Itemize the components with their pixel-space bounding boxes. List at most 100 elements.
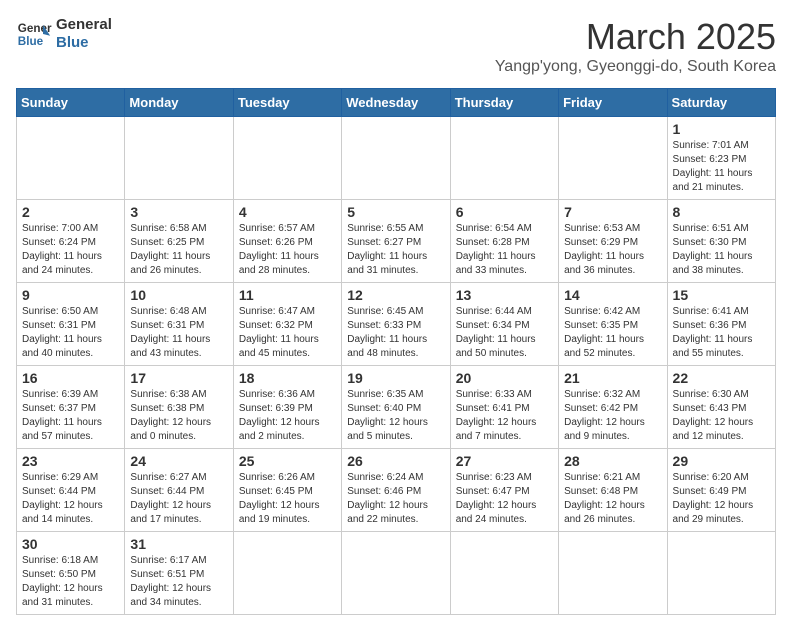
day-info: Sunrise: 6:24 AMSunset: 6:46 PMDaylight:… <box>347 471 444 527</box>
calendar-cell <box>559 532 667 615</box>
header-day-monday: Monday <box>125 89 233 117</box>
calendar-week-2: 9Sunrise: 6:50 AMSunset: 6:31 PMDaylight… <box>17 283 776 366</box>
day-number: 2 <box>22 204 119 220</box>
calendar-cell <box>233 117 341 200</box>
header-day-friday: Friday <box>559 89 667 117</box>
day-info: Sunrise: 6:39 AMSunset: 6:37 PMDaylight:… <box>22 388 119 444</box>
calendar-cell: 2Sunrise: 7:00 AMSunset: 6:24 PMDaylight… <box>17 200 125 283</box>
calendar-cell: 14 Sunrise: 6:42 AMSunset: 6:35 PMDayligh… <box>559 283 667 366</box>
day-number: 21 <box>564 370 661 386</box>
calendar-cell: 13Sunrise: 6:44 AMSunset: 6:34 PMDayligh… <box>450 283 558 366</box>
calendar-body: 1 Sunrise: 7:01 AMSunset: 6:23 PMDaylight… <box>17 117 776 615</box>
header-day-saturday: Saturday <box>667 89 775 117</box>
day-info: Sunrise: 6:51 AMSunset: 6:30 PMDaylight:… <box>673 222 770 278</box>
calendar-cell: 10 Sunrise: 6:48 AMSunset: 6:31 PMDayligh… <box>125 283 233 366</box>
day-number: 25 <box>239 453 336 469</box>
day-info: Sunrise: 6:45 AMSunset: 6:33 PMDaylight:… <box>347 305 444 361</box>
calendar-cell: 19Sunrise: 6:35 AMSunset: 6:40 PMDayligh… <box>342 366 450 449</box>
calendar-cell: 28 Sunrise: 6:21 AMSunset: 6:48 PMDayligh… <box>559 449 667 532</box>
day-number: 10 <box>130 287 227 303</box>
logo-blue: Blue <box>56 34 112 52</box>
calendar-cell: 6 Sunrise: 6:54 AMSunset: 6:28 PMDaylight… <box>450 200 558 283</box>
day-info: Sunrise: 6:42 AMSunset: 6:35 PMDaylight:… <box>564 305 661 361</box>
calendar-cell: 25Sunrise: 6:26 AMSunset: 6:45 PMDayligh… <box>233 449 341 532</box>
header-day-thursday: Thursday <box>450 89 558 117</box>
calendar-week-0: 1 Sunrise: 7:01 AMSunset: 6:23 PMDaylight… <box>17 117 776 200</box>
calendar-cell: 27Sunrise: 6:23 AMSunset: 6:47 PMDayligh… <box>450 449 558 532</box>
day-info: Sunrise: 6:48 AMSunset: 6:31 PMDaylight:… <box>130 305 227 361</box>
calendar-cell: 8Sunrise: 6:51 AMSunset: 6:30 PMDaylight… <box>667 200 775 283</box>
day-info: Sunrise: 6:30 AMSunset: 6:43 PMDaylight:… <box>673 388 770 444</box>
day-number: 3 <box>130 204 227 220</box>
day-info: Sunrise: 6:47 AMSunset: 6:32 PMDaylight:… <box>239 305 336 361</box>
day-info: Sunrise: 6:36 AMSunset: 6:39 PMDaylight:… <box>239 388 336 444</box>
calendar-cell: 17Sunrise: 6:38 AMSunset: 6:38 PMDayligh… <box>125 366 233 449</box>
day-number: 9 <box>22 287 119 303</box>
day-number: 24 <box>130 453 227 469</box>
day-number: 26 <box>347 453 444 469</box>
day-number: 23 <box>22 453 119 469</box>
calendar-cell <box>450 117 558 200</box>
calendar-cell: 1 Sunrise: 7:01 AMSunset: 6:23 PMDaylight… <box>667 117 775 200</box>
day-number: 18 <box>239 370 336 386</box>
calendar-cell <box>125 117 233 200</box>
calendar-cell: 7Sunrise: 6:53 AMSunset: 6:29 PMDaylight… <box>559 200 667 283</box>
day-info: Sunrise: 6:20 AMSunset: 6:49 PMDaylight:… <box>673 471 770 527</box>
header-day-sunday: Sunday <box>17 89 125 117</box>
day-number: 14 <box>564 287 661 303</box>
day-number: 12 <box>347 287 444 303</box>
day-info: Sunrise: 7:01 AMSunset: 6:23 PMDaylight:… <box>673 139 770 195</box>
day-number: 28 <box>564 453 661 469</box>
calendar-cell: 16 Sunrise: 6:39 AMSunset: 6:37 PMDayligh… <box>17 366 125 449</box>
calendar-cell <box>667 532 775 615</box>
day-info: Sunrise: 6:32 AMSunset: 6:42 PMDaylight:… <box>564 388 661 444</box>
day-number: 5 <box>347 204 444 220</box>
calendar-cell <box>559 117 667 200</box>
day-number: 4 <box>239 204 336 220</box>
day-info: Sunrise: 6:58 AMSunset: 6:25 PMDaylight:… <box>130 222 227 278</box>
day-number: 22 <box>673 370 770 386</box>
calendar-cell: 22 Sunrise: 6:30 AMSunset: 6:43 PMDayligh… <box>667 366 775 449</box>
calendar-cell: 15Sunrise: 6:41 AMSunset: 6:36 PMDayligh… <box>667 283 775 366</box>
day-info: Sunrise: 6:35 AMSunset: 6:40 PMDaylight:… <box>347 388 444 444</box>
header-day-wednesday: Wednesday <box>342 89 450 117</box>
calendar-header: SundayMondayTuesdayWednesdayThursdayFrid… <box>17 89 776 117</box>
day-number: 30 <box>22 536 119 552</box>
calendar-week-1: 2Sunrise: 7:00 AMSunset: 6:24 PMDaylight… <box>17 200 776 283</box>
calendar-cell: 21 Sunrise: 6:32 AMSunset: 6:42 PMDayligh… <box>559 366 667 449</box>
day-number: 15 <box>673 287 770 303</box>
calendar-cell: 3 Sunrise: 6:58 AMSunset: 6:25 PMDaylight… <box>125 200 233 283</box>
month-title: March 2025 <box>495 16 776 58</box>
day-info: Sunrise: 6:27 AMSunset: 6:44 PMDaylight:… <box>130 471 227 527</box>
calendar: SundayMondayTuesdayWednesdayThursdayFrid… <box>16 88 776 615</box>
day-info: Sunrise: 6:18 AMSunset: 6:50 PMDaylight:… <box>22 554 119 610</box>
day-number: 20 <box>456 370 553 386</box>
day-number: 1 <box>673 121 770 137</box>
calendar-cell: 31Sunrise: 6:17 AMSunset: 6:51 PMDayligh… <box>125 532 233 615</box>
header-day-tuesday: Tuesday <box>233 89 341 117</box>
day-number: 27 <box>456 453 553 469</box>
day-info: Sunrise: 6:54 AMSunset: 6:28 PMDaylight:… <box>456 222 553 278</box>
day-info: Sunrise: 6:57 AMSunset: 6:26 PMDaylight:… <box>239 222 336 278</box>
location-title: Yangp'yong, Gyeonggi-do, South Korea <box>495 58 776 76</box>
day-info: Sunrise: 6:21 AMSunset: 6:48 PMDaylight:… <box>564 471 661 527</box>
calendar-cell: 11Sunrise: 6:47 AMSunset: 6:32 PMDayligh… <box>233 283 341 366</box>
day-number: 6 <box>456 204 553 220</box>
day-info: Sunrise: 6:33 AMSunset: 6:41 PMDaylight:… <box>456 388 553 444</box>
calendar-cell <box>342 117 450 200</box>
day-number: 16 <box>22 370 119 386</box>
day-number: 17 <box>130 370 227 386</box>
calendar-cell: 26 Sunrise: 6:24 AMSunset: 6:46 PMDayligh… <box>342 449 450 532</box>
header-row: SundayMondayTuesdayWednesdayThursdayFrid… <box>17 89 776 117</box>
calendar-cell <box>342 532 450 615</box>
calendar-cell: 9Sunrise: 6:50 AMSunset: 6:31 PMDaylight… <box>17 283 125 366</box>
calendar-week-3: 16 Sunrise: 6:39 AMSunset: 6:37 PMDayligh… <box>17 366 776 449</box>
day-number: 13 <box>456 287 553 303</box>
calendar-week-4: 23Sunrise: 6:29 AMSunset: 6:44 PMDayligh… <box>17 449 776 532</box>
calendar-cell: 5Sunrise: 6:55 AMSunset: 6:27 PMDaylight… <box>342 200 450 283</box>
logo: General Blue General Blue <box>16 16 112 52</box>
calendar-cell: 20 Sunrise: 6:33 AMSunset: 6:41 PMDayligh… <box>450 366 558 449</box>
day-number: 31 <box>130 536 227 552</box>
logo-general: General <box>56 16 112 34</box>
calendar-cell: 29Sunrise: 6:20 AMSunset: 6:49 PMDayligh… <box>667 449 775 532</box>
